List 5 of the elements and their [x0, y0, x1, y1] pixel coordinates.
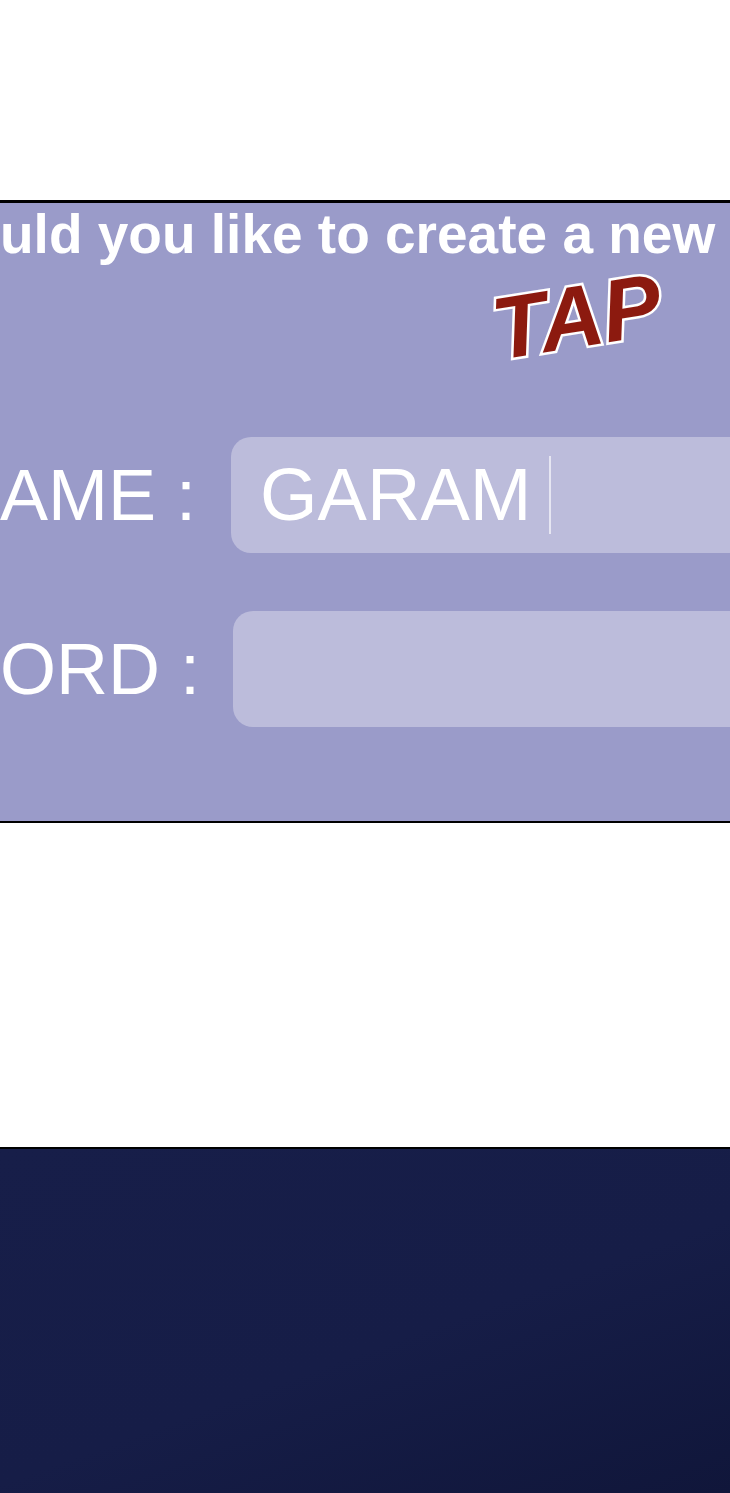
input-field[interactable]: GARAM: [231, 437, 730, 553]
text-cursor-icon: [549, 456, 552, 534]
field-label: AME :: [0, 454, 197, 537]
input-field[interactable]: [233, 611, 730, 727]
field-label: ORD :: [0, 628, 198, 711]
